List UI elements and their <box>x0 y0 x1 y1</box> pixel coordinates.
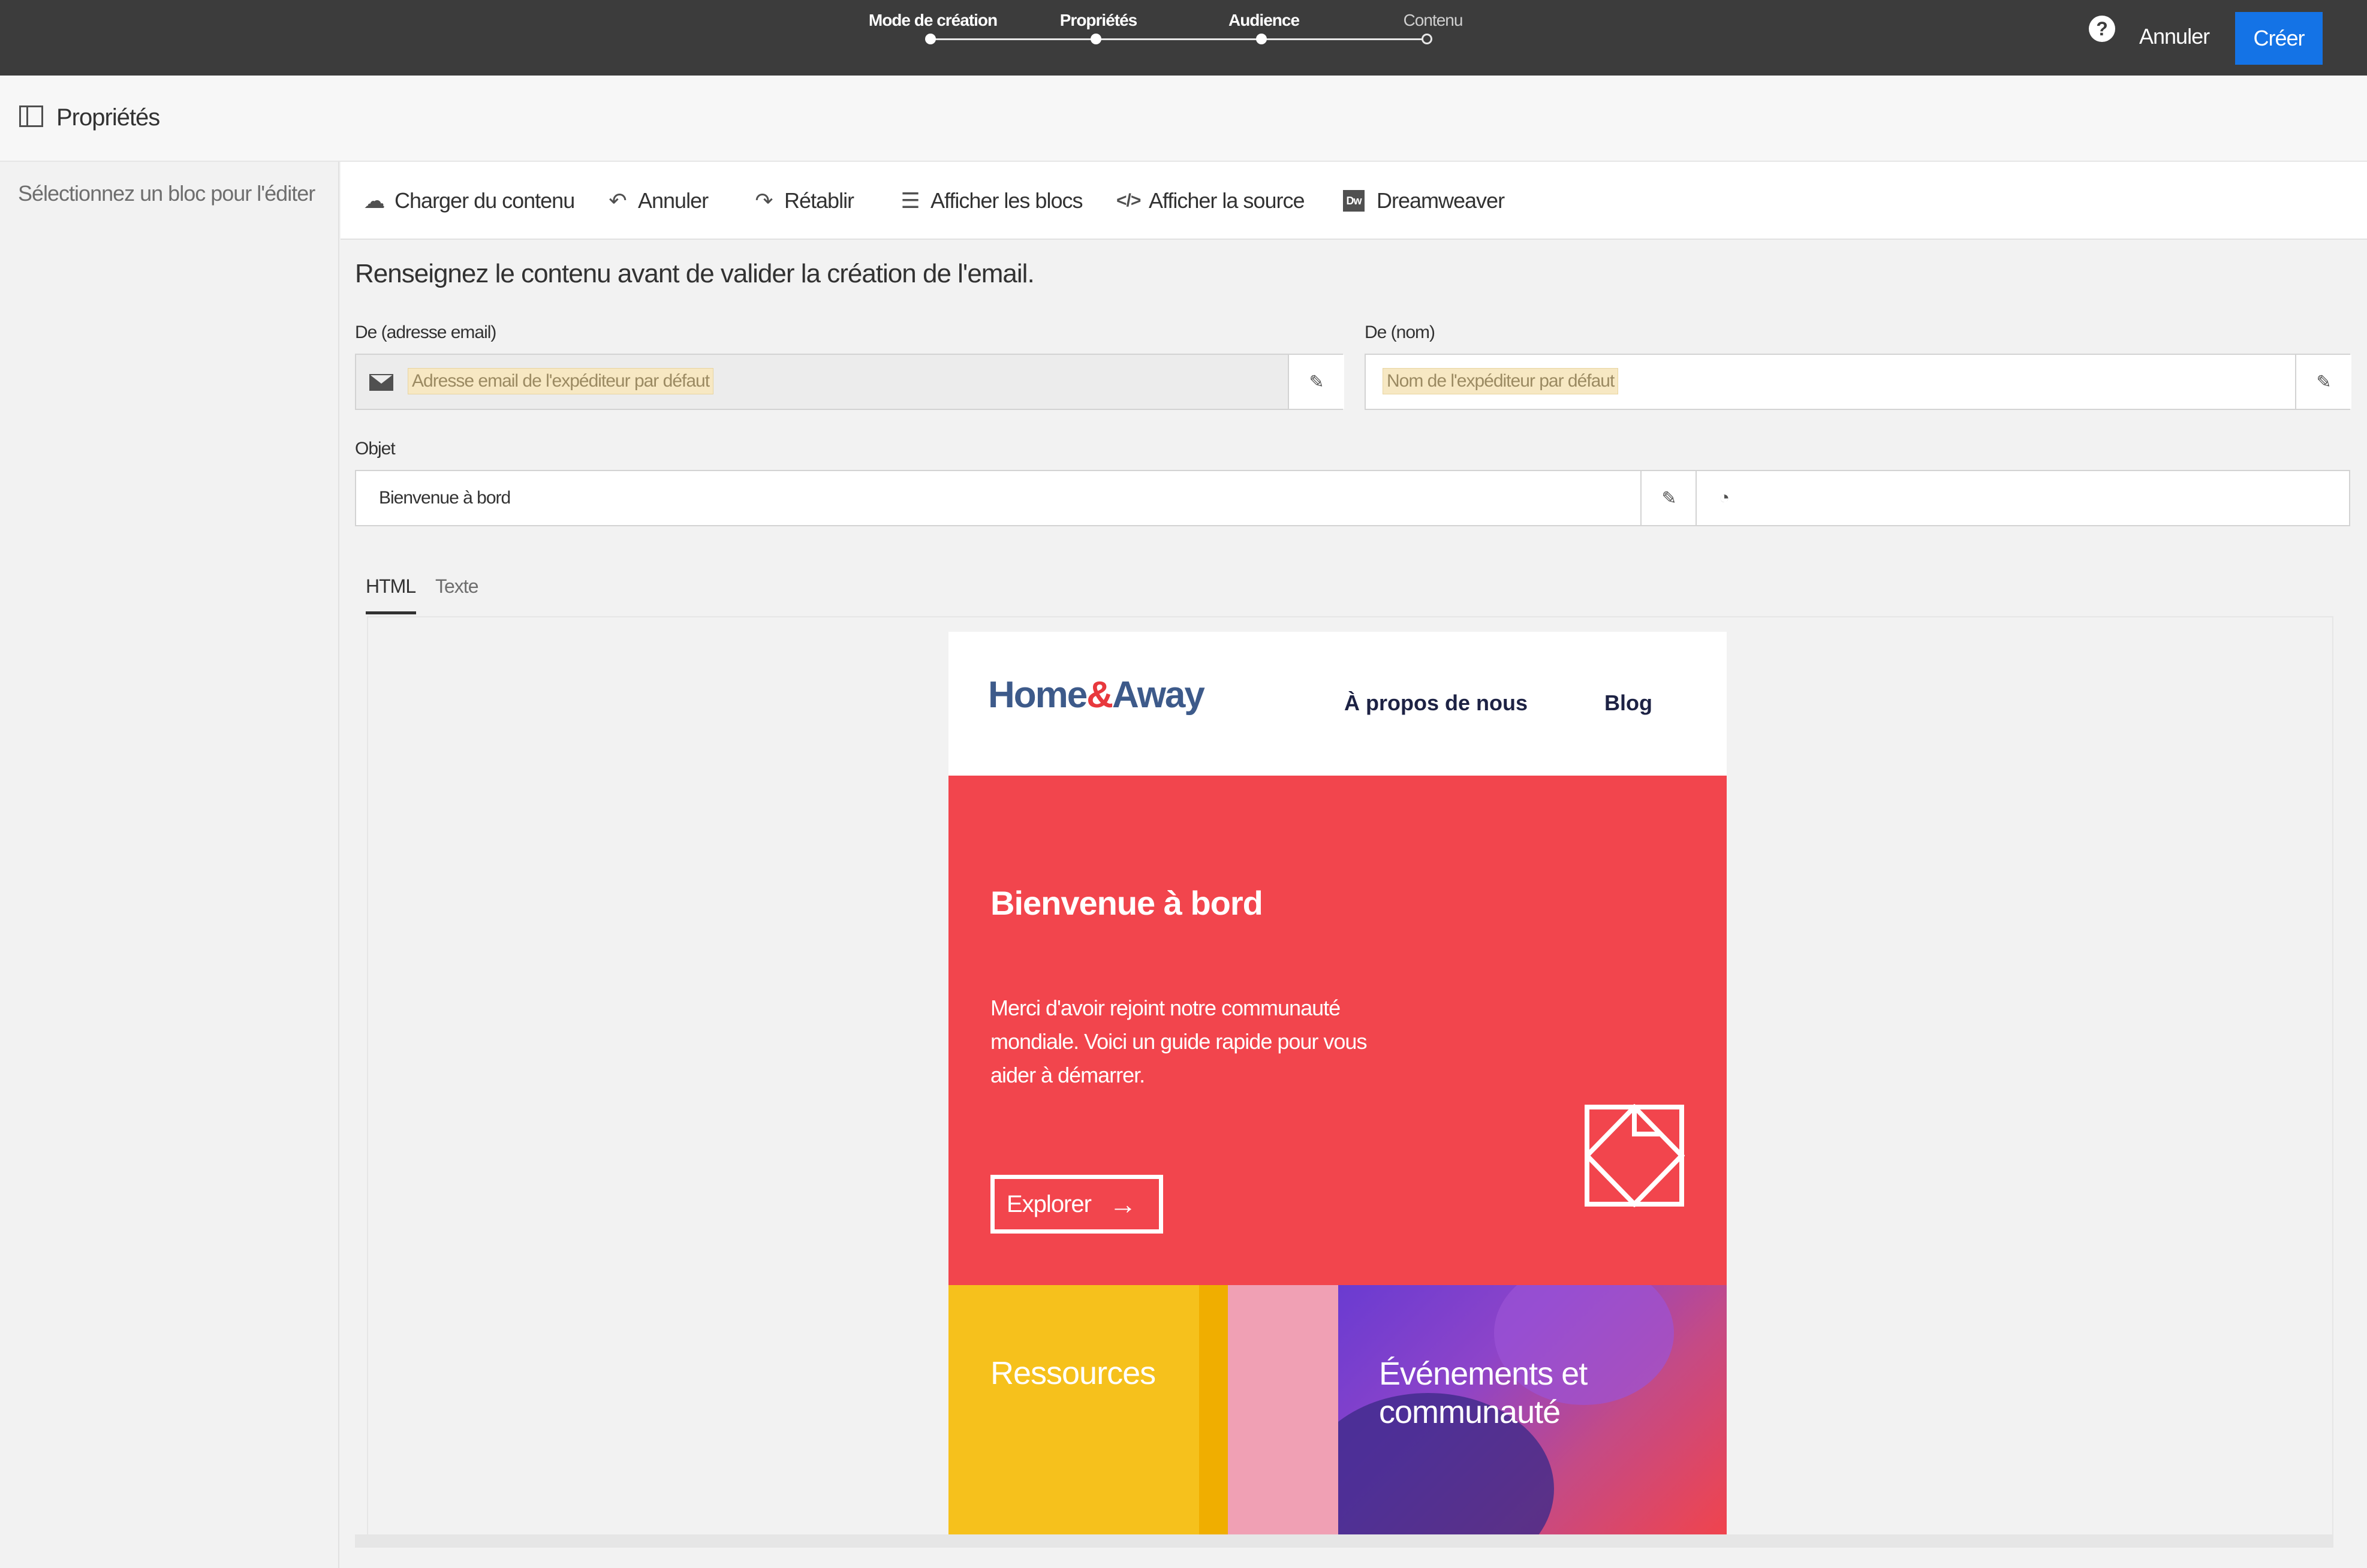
properties-panel <box>0 162 339 1568</box>
subject-label: Objet <box>355 439 396 459</box>
cancel-button[interactable]: Annuler <box>2139 24 2210 49</box>
nav-link-about[interactable]: À propos de nous <box>1344 690 1528 716</box>
from-email-placeholder: Adresse email de l'expéditeur par défaut <box>408 368 714 394</box>
tile-decoration <box>1228 1285 1338 1534</box>
canvas-scrollbar[interactable] <box>355 1534 2333 1548</box>
redo-icon: ↷ <box>755 188 773 213</box>
top-bar: Mode de création Propriétés Audience Con… <box>0 0 2367 76</box>
code-icon: </> <box>1116 191 1141 210</box>
gauge-icon: ◔ <box>1718 488 1730 508</box>
tab-text[interactable]: Texte <box>435 575 478 598</box>
dreamweaver-button[interactable]: Dw Dreamweaver <box>1343 186 1505 216</box>
envelope-icon <box>369 374 393 391</box>
select-block-hint: Sélectionnez un bloc pour l'éditer <box>18 181 315 206</box>
active-tab-indicator <box>366 611 416 614</box>
progress-line <box>928 38 1425 40</box>
hero-text: Merci d'avoir rejoint notre communauté m… <box>990 996 1367 1087</box>
redo-button[interactable]: ↷ Rétablir <box>752 186 854 216</box>
step-dot-contenu <box>1422 34 1432 44</box>
hero-title: Bienvenue à bord <box>990 884 1263 922</box>
undo-button[interactable]: ↶ Annuler <box>606 186 709 216</box>
from-name-field[interactable]: Nom de l'expéditeur par défaut ✎ <box>1365 354 2351 410</box>
step-dot-audience[interactable] <box>1256 34 1267 44</box>
events-label: Événements et communauté <box>1379 1356 1588 1430</box>
pencil-icon: ✎ <box>2316 372 2332 392</box>
pencil-icon: ✎ <box>1309 372 1324 392</box>
create-button[interactable]: Créer <box>2235 12 2323 65</box>
list-icon: ☰ <box>901 188 920 213</box>
subject-field[interactable]: Bienvenue à bord ✎ ◔ <box>355 470 2350 526</box>
load-content-label: Charger du contenu <box>394 188 575 213</box>
explore-button[interactable]: Explorer → <box>990 1175 1163 1234</box>
step-contenu: Contenu <box>1403 11 1463 29</box>
from-email-label: De (adresse email) <box>355 322 496 342</box>
from-name-label: De (nom) <box>1365 322 1435 342</box>
subject-score-button[interactable]: ◔ <box>1696 471 1752 525</box>
load-content-button[interactable]: ☁ Charger du contenu <box>362 186 576 216</box>
help-icon[interactable]: ? <box>2089 16 2115 42</box>
dreamweaver-icon: Dw <box>1343 190 1365 212</box>
resources-label: Ressources <box>990 1355 1156 1391</box>
email-header-block[interactable]: Home&Away À propos de nous Blog <box>948 632 1727 776</box>
edit-subject-button[interactable]: ✎ <box>1640 471 1697 525</box>
resources-tile[interactable]: Ressources <box>948 1285 1338 1534</box>
email-preview[interactable]: Home&Away À propos de nous Blog Bienvenu… <box>948 632 1727 1534</box>
from-email-field[interactable]: Adresse email de l'expéditeur par défaut… <box>355 354 1344 410</box>
redo-label: Rétablir <box>784 188 854 213</box>
show-source-button[interactable]: </> Afficher la source <box>1116 186 1305 216</box>
show-source-label: Afficher la source <box>1149 188 1305 213</box>
show-blocks-label: Afficher les blocs <box>930 188 1083 213</box>
undo-label: Annuler <box>638 188 709 213</box>
instruction-text: Renseignez le contenu avant de valider l… <box>355 259 1035 288</box>
brand-mark-icon <box>1585 1104 1685 1207</box>
step-dot-proprietes[interactable] <box>1091 34 1101 44</box>
pencil-icon: ✎ <box>1661 488 1677 508</box>
dreamweaver-label: Dreamweaver <box>1377 188 1505 213</box>
panel-toggle-icon[interactable] <box>19 105 43 127</box>
tile-decoration <box>1199 1285 1228 1534</box>
events-tile[interactable]: Événements et communauté <box>1338 1285 1727 1534</box>
properties-header <box>0 76 2367 162</box>
properties-title: Propriétés <box>56 104 160 131</box>
tab-html[interactable]: HTML <box>366 575 416 598</box>
arrow-right-icon: → <box>1109 1189 1137 1220</box>
step-mode-creation[interactable]: Mode de création <box>869 11 998 30</box>
step-audience[interactable]: Audience <box>1228 11 1300 30</box>
edit-from-name-button[interactable]: ✎ <box>2295 355 2351 409</box>
home-away-logo: Home&Away <box>988 674 1205 716</box>
cloud-upload-icon: ☁ <box>363 188 386 213</box>
step-dot-mode-creation[interactable] <box>925 34 936 44</box>
subject-value: Bienvenue à bord <box>379 488 511 508</box>
edit-from-email-button[interactable]: ✎ <box>1288 355 1344 409</box>
hero-block[interactable]: Bienvenue à bord Merci d'avoir rejoint n… <box>948 776 1727 1285</box>
show-blocks-button[interactable]: ☰ Afficher les blocs <box>898 186 1083 216</box>
undo-icon: ↶ <box>609 188 627 213</box>
from-name-placeholder: Nom de l'expéditeur par défaut <box>1383 368 1619 394</box>
step-proprietes[interactable]: Propriétés <box>1060 11 1137 30</box>
nav-link-blog[interactable]: Blog <box>1604 690 1652 716</box>
explore-label: Explorer <box>1007 1190 1092 1217</box>
